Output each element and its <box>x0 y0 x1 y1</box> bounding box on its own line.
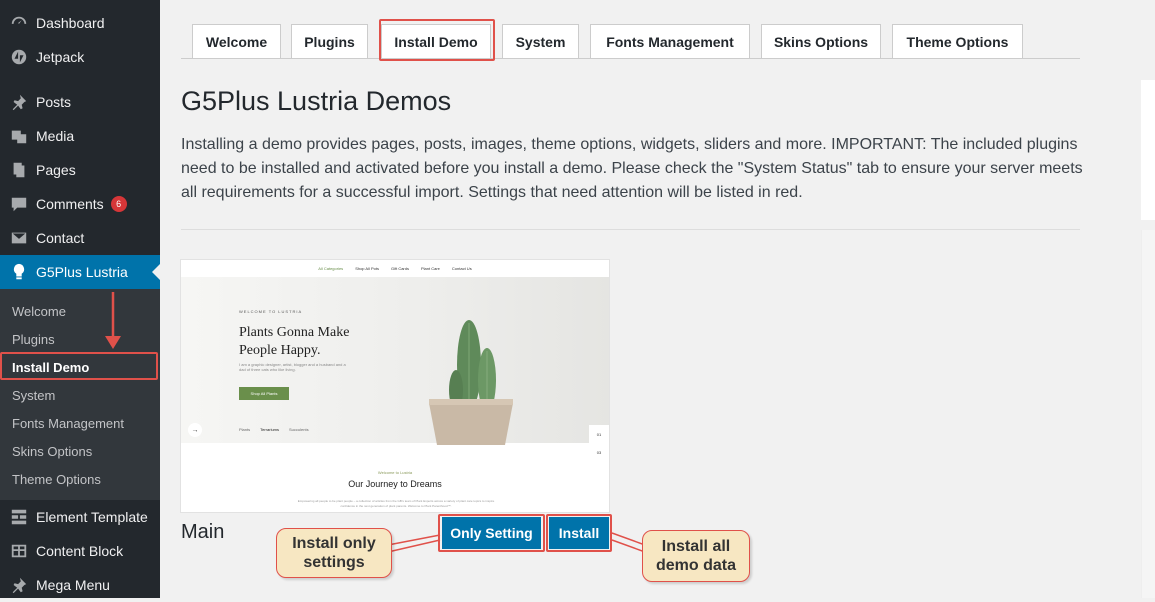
preview-eyebrow: WELCOME TO LUSTRIA <box>239 309 303 314</box>
menu-label: Jetpack <box>36 49 85 65</box>
menu-jetpack[interactable]: Jetpack <box>0 40 160 74</box>
menu-label: Posts <box>36 94 72 110</box>
preview-slide-number: 03 <box>596 449 602 455</box>
preview-subtext: I am a graphic designer, artist, blogger… <box>239 362 346 372</box>
preview-welcome-label: Welcome to Lustria <box>377 470 413 475</box>
submenu-fonts-management[interactable]: Fonts Management <box>0 409 160 437</box>
tab-welcome[interactable]: Welcome <box>192 24 281 58</box>
right-panel <box>1141 80 1155 220</box>
menu-label: G5Plus Lustria <box>36 264 128 280</box>
menu-g5plus-lustria[interactable]: G5Plus Lustria <box>0 255 160 289</box>
right-panel-lower <box>1141 230 1155 598</box>
preview-shop-button: Shop All Plants <box>239 387 289 400</box>
menu-dashboard[interactable]: Dashboard <box>0 6 160 40</box>
lustria-submenu: Welcome Plugins Install Demo System Font… <box>0 289 160 500</box>
table-icon <box>10 542 28 560</box>
menu-label: Dashboard <box>36 15 105 31</box>
preview-arrow-icon: → <box>188 423 202 437</box>
demo-name: Main <box>181 521 225 543</box>
menu-element-template[interactable]: Element Template <box>0 500 160 534</box>
submenu-system[interactable]: System <box>0 381 160 409</box>
mail-icon <box>10 229 28 247</box>
bulb-icon <box>10 263 28 281</box>
menu-comments[interactable]: Comments 6 <box>0 187 160 221</box>
preview-slide-counter: 01 03 <box>589 425 609 461</box>
menu-mega-menu[interactable]: Mega Menu <box>0 568 160 602</box>
preview-nav-item: Plant Care <box>421 266 440 271</box>
menu-label: Content Block <box>36 543 124 559</box>
install-button[interactable]: Install <box>549 517 609 549</box>
page-title: G5Plus Lustria Demos <box>181 86 452 116</box>
cactus-pot-illustration <box>429 320 513 445</box>
tab-install-demo[interactable]: Install Demo <box>381 24 491 58</box>
submenu-welcome[interactable]: Welcome <box>0 297 160 325</box>
tab-theme-options[interactable]: Theme Options <box>892 24 1023 58</box>
comment-icon <box>10 195 28 213</box>
preview-nav-item: All Categories <box>318 266 344 271</box>
preview-body-text: Empowering all people to be plant people… <box>297 499 495 508</box>
submenu-plugins[interactable]: Plugins <box>0 325 160 353</box>
menu-pages[interactable]: Pages <box>0 153 160 187</box>
tabs-divider <box>181 58 1080 59</box>
menu-label: Comments <box>36 196 104 212</box>
callout-install-all-demo-data: Install all demo data <box>642 530 750 582</box>
callout-install-only-settings: Install only settings <box>276 528 392 578</box>
submenu-install-demo[interactable]: Install Demo <box>0 353 160 381</box>
preview-hero: WELCOME TO LUSTRIA Plants Gonna Make Peo… <box>181 277 609 461</box>
admin-sidebar: Dashboard Jetpack Posts Media Pages Comm… <box>0 0 160 598</box>
preview-slide-number: 01 <box>596 431 602 437</box>
pin-icon <box>10 93 28 111</box>
preview-nav-item: Gift Cards <box>390 266 409 271</box>
pin-icon <box>10 576 28 594</box>
tab-skins-options[interactable]: Skins Options <box>761 24 881 58</box>
menu-label: Element Template <box>36 509 148 525</box>
menu-label: Pages <box>36 162 76 178</box>
submenu-skins-options[interactable]: Skins Options <box>0 437 160 465</box>
jetpack-icon <box>10 48 28 66</box>
intro-text: Installing a demo provides pages, posts,… <box>181 136 1083 201</box>
menu-contact[interactable]: Contact <box>0 221 160 255</box>
submenu-theme-options[interactable]: Theme Options <box>0 465 160 493</box>
tab-plugins[interactable]: Plugins <box>291 24 368 58</box>
preview-nav-item: Contact Us <box>451 266 472 271</box>
active-menu-pointer <box>152 264 160 280</box>
preview-headline-line: Plants Gonna Make <box>239 325 350 340</box>
tab-fonts-management[interactable]: Fonts Management <box>590 24 750 58</box>
preview-headline: Plants Gonna Make People Happy. <box>239 324 349 360</box>
preview-categories: Plants Terrariums Succulents <box>239 427 309 432</box>
dashboard-icon <box>10 14 28 32</box>
only-setting-button[interactable]: Only Setting <box>442 517 541 549</box>
menu-label: Media <box>36 128 75 144</box>
menu-label: Contact <box>36 230 85 246</box>
menu-media[interactable]: Media <box>0 119 160 153</box>
demo-preview-image[interactable]: All Categories Shop All Pots Gift Cards … <box>181 260 609 512</box>
tab-system[interactable]: System <box>502 24 579 58</box>
preview-category: Plants <box>239 427 251 432</box>
grid-icon <box>10 508 28 526</box>
preview-nav-item: Shop All Pots <box>355 266 379 271</box>
page-icon <box>10 161 28 179</box>
preview-nav: All Categories Shop All Pots Gift Cards … <box>181 260 609 277</box>
preview-journey-title: Our Journey to Dreams <box>348 479 442 489</box>
menu-posts[interactable]: Posts <box>0 85 160 119</box>
preview-headline-line: People Happy. <box>239 343 321 358</box>
section-divider <box>181 229 1080 230</box>
preview-category: Succulents <box>289 427 309 432</box>
menu-label: Mega Menu <box>36 577 110 593</box>
menu-content-block[interactable]: Content Block <box>0 534 160 568</box>
preview-category: Terrariums <box>260 427 280 432</box>
comment-count-badge: 6 <box>110 196 127 212</box>
media-icon <box>10 127 28 145</box>
